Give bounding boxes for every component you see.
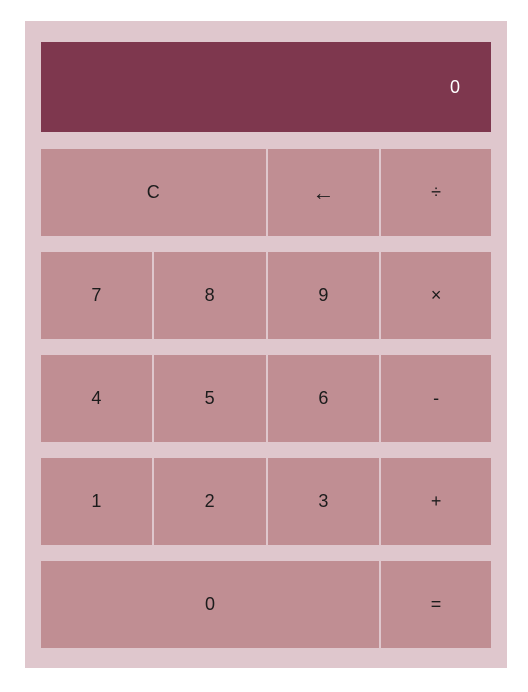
display-value: 0 bbox=[449, 76, 460, 97]
digit-5-button[interactable]: 5 bbox=[153, 355, 268, 442]
backspace-button[interactable]: ← bbox=[267, 149, 382, 236]
digit-1-button[interactable]: 1 bbox=[41, 458, 154, 545]
add-button[interactable]: + bbox=[381, 458, 491, 545]
clear-button[interactable]: C bbox=[41, 149, 268, 236]
keypad-row-4: 1 2 3 + bbox=[41, 458, 491, 545]
digit-9-button[interactable]: 9 bbox=[267, 252, 382, 339]
digit-0-button[interactable]: 0 bbox=[41, 561, 381, 648]
multiply-button[interactable]: × bbox=[381, 252, 491, 339]
divide-button[interactable]: ÷ bbox=[381, 149, 491, 236]
subtract-button[interactable]: - bbox=[381, 355, 491, 442]
keypad-row-3: 4 5 6 - bbox=[41, 355, 491, 442]
equals-button[interactable]: = bbox=[381, 561, 491, 648]
keypad-row-1: C ← ÷ bbox=[41, 149, 491, 236]
digit-2-button[interactable]: 2 bbox=[153, 458, 268, 545]
digit-8-button[interactable]: 8 bbox=[153, 252, 268, 339]
calculator: 0 C ← ÷ 7 8 9 × 4 5 6 - 1 2 3 + 0 = bbox=[25, 21, 507, 668]
digit-3-button[interactable]: 3 bbox=[267, 458, 382, 545]
digit-7-button[interactable]: 7 bbox=[41, 252, 154, 339]
keypad-row-5: 0 = bbox=[41, 561, 491, 648]
calculator-display: 0 bbox=[41, 42, 491, 132]
keypad-row-2: 7 8 9 × bbox=[41, 252, 491, 339]
digit-6-button[interactable]: 6 bbox=[267, 355, 382, 442]
digit-4-button[interactable]: 4 bbox=[41, 355, 154, 442]
